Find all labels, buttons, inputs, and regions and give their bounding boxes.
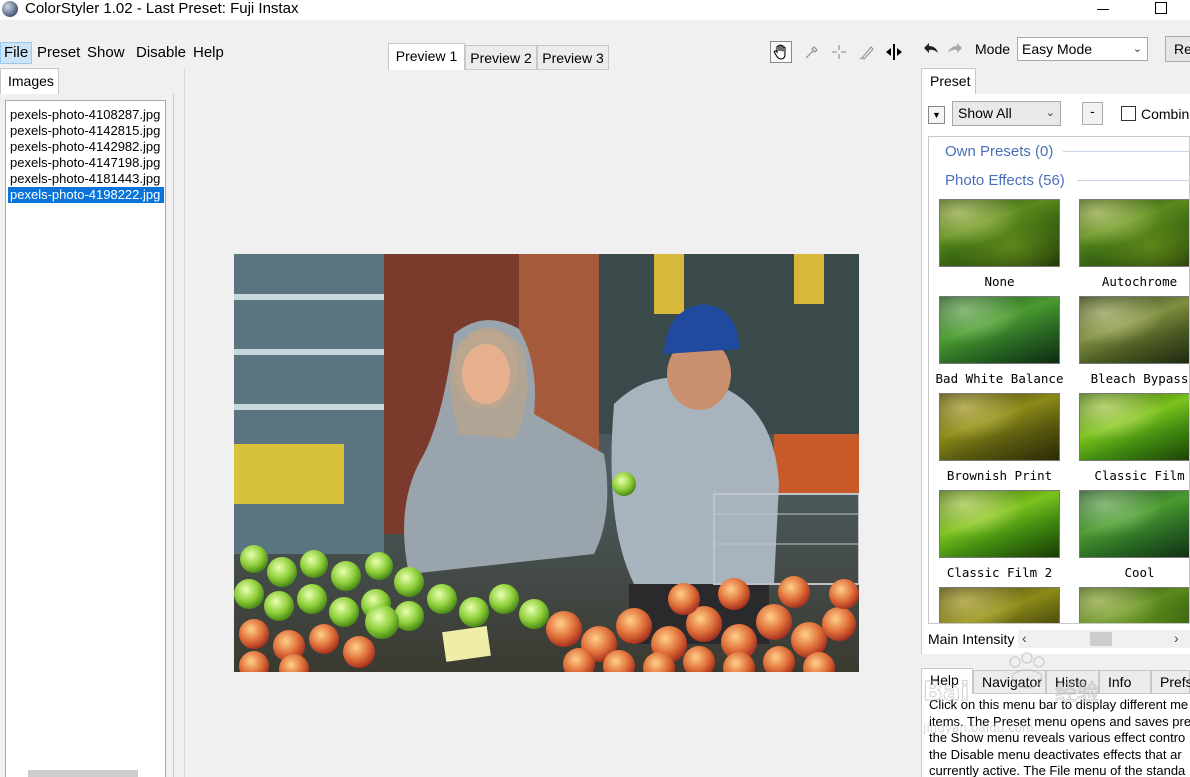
preset-autochrome[interactable]: Autochrome — [1069, 199, 1189, 291]
mode-label: Mode — [975, 41, 1011, 57]
combine-checkbox[interactable] — [1121, 106, 1136, 121]
split-view-icon[interactable] — [883, 41, 905, 63]
file-list-item-selected[interactable]: pexels-photo-4198222.jpg — [8, 187, 164, 203]
preset-list: Own Presets (0) Photo Effects (56) None … — [928, 136, 1190, 624]
tab-preview-1[interactable]: Preview 1 — [388, 43, 465, 70]
brush-icon[interactable] — [856, 41, 878, 63]
file-list-item[interactable]: pexels-photo-4181443.jpg — [6, 171, 165, 187]
preset-thumbnail — [939, 199, 1060, 267]
help-line: the Disable menu deactivates effects tha… — [929, 746, 1182, 762]
help-line: items. The Preset menu opens and saves p… — [929, 713, 1190, 729]
preset-brownish-print[interactable]: Brownish Print — [929, 393, 1060, 485]
preset-bleach-bypass[interactable]: Bleach Bypass — [1069, 296, 1189, 388]
tab-help[interactable]: Help — [921, 668, 973, 694]
preset-thumbnail-partial[interactable] — [1069, 587, 1189, 623]
preset-label: Classic Film — [1094, 468, 1185, 483]
tab-histo[interactable]: Histo — [1046, 670, 1099, 694]
preset-thumbnail — [1079, 393, 1189, 461]
colorstyler-window: ColorStyler 1.02 - Last Preset: Fuji Ins… — [0, 0, 1190, 777]
preset-thumbnail — [939, 393, 1060, 461]
group-own-presets[interactable]: Own Presets (0) — [945, 143, 1053, 160]
preset-thumbnail — [939, 490, 1060, 558]
group-divider — [1063, 151, 1189, 152]
preset-thumbnail — [1079, 199, 1189, 267]
help-line: Click on this menu bar to display differ… — [929, 697, 1189, 712]
preset-label: Cool — [1124, 565, 1155, 580]
menu-help[interactable]: Help — [190, 42, 227, 64]
window-title: ColorStyler 1.02 - Last Preset: Fuji Ins… — [25, 0, 299, 17]
tab-preview-2[interactable]: Preview 2 — [465, 45, 537, 70]
help-text: Click on this menu bar to display differ… — [921, 694, 1190, 777]
preset-thumbnail — [1079, 296, 1189, 364]
preset-label: Autochrome — [1101, 274, 1178, 289]
preset-thumbnail — [1079, 587, 1189, 623]
mode-select[interactable]: Easy Mode ⌄ — [1017, 37, 1148, 61]
reset-button[interactable]: Re — [1165, 36, 1190, 62]
file-list-item[interactable]: pexels-photo-4147198.jpg — [6, 155, 165, 171]
supermarket-photo — [234, 254, 859, 672]
mode-select-value: Easy Mode — [1022, 41, 1093, 57]
collapse-all-button[interactable]: - — [1082, 102, 1103, 125]
combine-label: Combine — [1141, 106, 1190, 122]
maximize-button[interactable] — [1155, 2, 1167, 14]
hand-icon[interactable] — [770, 41, 792, 63]
chevron-down-icon: ⌄ — [1045, 107, 1055, 119]
preset-bad-white-balance[interactable]: Bad White Balance — [929, 296, 1063, 388]
group-photo-effects[interactable]: Photo Effects (56) — [945, 172, 1065, 189]
file-list-item[interactable]: pexels-photo-4142815.jpg — [6, 123, 165, 139]
slider-thumb[interactable] — [1090, 632, 1112, 646]
chevron-down-icon: ⌄ — [1132, 43, 1142, 55]
preset-cool[interactable]: Cool — [1069, 490, 1189, 582]
eyedropper-icon[interactable] — [801, 41, 823, 63]
title-bar: ColorStyler 1.02 - Last Preset: Fuji Ins… — [0, 0, 1190, 20]
preset-label: Bleach Bypass — [1090, 371, 1189, 386]
app-logo-icon — [2, 1, 18, 17]
main-intensity-label: Main Intensity — [928, 631, 1015, 647]
image-file-list: pexels-photo-4108287.jpg pexels-photo-41… — [5, 100, 166, 777]
redo-icon[interactable] — [946, 39, 964, 62]
preset-thumbnail — [939, 296, 1060, 364]
help-line: the Show menu reveals various effect con… — [929, 730, 1186, 745]
undo-icon[interactable] — [922, 39, 940, 62]
collapse-toggle-icon[interactable]: ▼ — [928, 106, 945, 124]
chevron-right-icon[interactable]: › — [1174, 630, 1179, 646]
preset-filter-select[interactable]: Show All ⌄ — [952, 101, 1061, 126]
preset-filter-value: Show All — [958, 105, 1012, 121]
file-list-scrollbar[interactable] — [28, 770, 138, 777]
help-line: currently active. The File menu of the s… — [929, 763, 1186, 777]
preset-classic-film[interactable]: Classic Film — [1069, 393, 1189, 485]
preset-label: None — [984, 274, 1015, 289]
preset-none[interactable]: None — [929, 199, 1060, 291]
preset-label: Brownish Print — [946, 468, 1053, 483]
menu-preset[interactable]: Preset — [34, 42, 83, 64]
preset-classic-film-2[interactable]: Classic Film 2 — [929, 490, 1060, 582]
preview-photo[interactable] — [234, 254, 859, 672]
group-divider — [1077, 180, 1189, 181]
tab-preview-3[interactable]: Preview 3 — [537, 45, 609, 70]
preset-thumbnail-partial[interactable] — [929, 587, 1060, 623]
preset-label: Bad White Balance — [935, 371, 1064, 386]
preset-thumbnail — [939, 587, 1060, 623]
preset-thumbnail — [1079, 490, 1189, 558]
tab-navigator[interactable]: Navigator — [973, 670, 1046, 694]
tab-prefs[interactable]: Prefs — [1151, 670, 1190, 694]
menu-file[interactable]: File — [0, 42, 33, 64]
tab-images[interactable]: Images — [0, 68, 59, 94]
file-list-item[interactable]: pexels-photo-4142982.jpg — [6, 139, 165, 155]
tab-preset[interactable]: Preset — [921, 68, 976, 95]
menu-show[interactable]: Show — [84, 42, 128, 64]
preset-label: Classic Film 2 — [946, 565, 1053, 580]
chevron-left-icon[interactable]: ‹ — [1022, 630, 1027, 646]
file-list-item[interactable]: pexels-photo-4108287.jpg — [6, 107, 165, 123]
crosshair-icon[interactable] — [828, 41, 850, 63]
tab-info[interactable]: Info — [1099, 670, 1151, 694]
minimize-button[interactable] — [1097, 0, 1111, 18]
menu-disable[interactable]: Disable — [133, 42, 189, 64]
